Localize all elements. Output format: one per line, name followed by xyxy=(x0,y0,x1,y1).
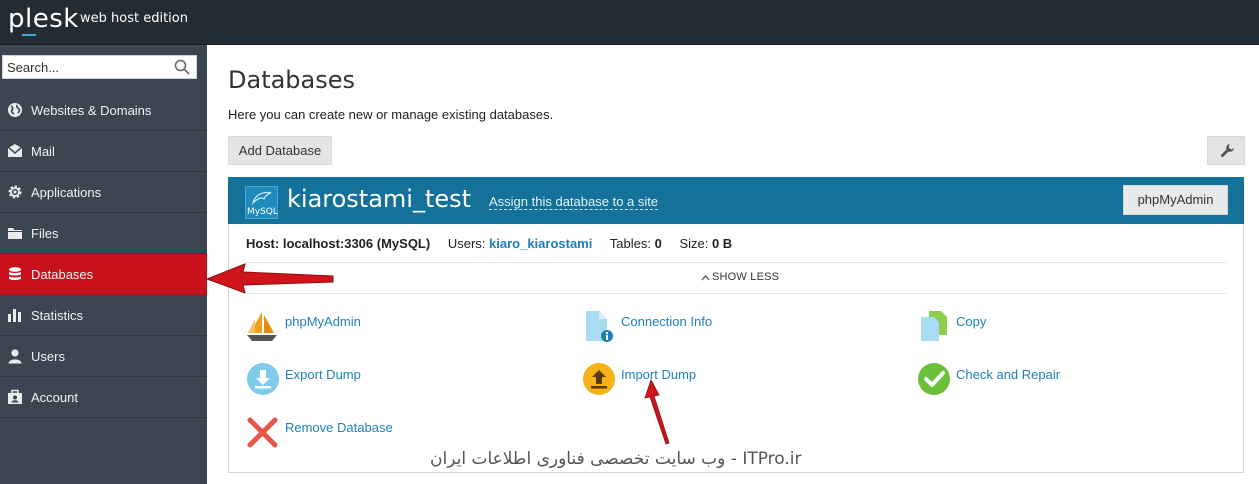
database-name: kiarostami_test xyxy=(287,185,472,213)
sidebar-item-mail[interactable]: Mail xyxy=(0,131,207,172)
mysql-logo: MySQL xyxy=(245,186,278,219)
watermark-text: ITPro.ir - وب سایت تخصصی فناوری اطلاعات … xyxy=(430,449,802,469)
divider xyxy=(246,262,1226,263)
sidebar-item-label: Websites & Domains xyxy=(31,103,152,118)
file-info-icon xyxy=(586,311,613,342)
sidebar-item-label: Applications xyxy=(31,185,102,200)
upload-icon xyxy=(583,363,615,395)
download-icon xyxy=(247,363,279,395)
tables-info: Tables: 0 xyxy=(609,236,662,251)
sidebar-nav: Websites & Domains Mail Applications Fil… xyxy=(0,90,207,418)
edition-label: web host edition xyxy=(80,11,188,26)
mysql-logo-text: MySQL xyxy=(247,207,278,217)
tool-label: Copy xyxy=(956,314,987,329)
settings-button[interactable] xyxy=(1207,136,1245,165)
top-bar: plesk web host edition xyxy=(0,0,1259,45)
user-link[interactable]: kiaro_kiarostami xyxy=(489,236,592,251)
sailboat-icon xyxy=(247,312,277,341)
tool-label: Import Dump xyxy=(621,367,697,382)
bar-chart-icon xyxy=(8,309,21,322)
account-icon xyxy=(8,389,22,404)
chevron-up-icon xyxy=(701,274,710,281)
remove-x-icon xyxy=(247,417,278,448)
sidebar-item-label: Account xyxy=(31,390,78,405)
sidebar: Search... Websites & Domains Mail Applic… xyxy=(0,45,207,484)
add-database-button[interactable]: Add Database xyxy=(228,136,332,165)
logo-accent xyxy=(22,34,36,36)
tool-label: Export Dump xyxy=(285,367,361,382)
sidebar-item-applications[interactable]: Applications xyxy=(0,172,207,213)
checkmark-icon xyxy=(918,363,950,395)
phpmyadmin-button[interactable]: phpMyAdmin xyxy=(1123,185,1228,215)
sidebar-item-label: Users xyxy=(31,349,65,364)
size-info: Size: 0 B xyxy=(679,236,733,251)
tool-label: Remove Database xyxy=(285,420,393,435)
main-content: Databases Here you can create new or man… xyxy=(207,45,1259,484)
copy-icon xyxy=(921,311,947,341)
divider xyxy=(246,293,1226,294)
gear-icon xyxy=(8,185,22,199)
tool-label: Connection Info xyxy=(621,314,713,329)
sidebar-item-files[interactable]: Files xyxy=(0,213,207,254)
sidebar-item-users[interactable]: Users xyxy=(0,336,207,377)
page-description: Here you can create new or manage existi… xyxy=(228,107,554,122)
page-title: Databases xyxy=(228,66,356,94)
wrench-icon xyxy=(1220,144,1234,158)
database-panel: MySQL kiarostami_test Assign this databa… xyxy=(228,177,1244,473)
show-less-toggle[interactable]: SHOW LESS xyxy=(701,271,779,283)
sidebar-item-statistics[interactable]: Statistics xyxy=(0,295,207,336)
assign-site-link[interactable]: Assign this database to a site xyxy=(489,194,659,210)
globe-icon xyxy=(8,103,22,117)
search-icon[interactable] xyxy=(174,59,190,75)
search-input[interactable]: Search... xyxy=(2,55,197,79)
dolphin-icon xyxy=(251,191,272,205)
sidebar-item-databases[interactable]: Databases xyxy=(0,254,207,295)
sidebar-item-label: Mail xyxy=(31,144,55,159)
database-info-row: Host: localhost:3306 (MySQL) Users: kiar… xyxy=(246,236,746,251)
folder-icon xyxy=(8,228,22,239)
sidebar-item-websites-domains[interactable]: Websites & Domains xyxy=(0,90,207,131)
database-icon xyxy=(9,267,21,280)
tool-label: Check and Repair xyxy=(956,367,1061,382)
sidebar-item-label: Databases xyxy=(31,267,94,282)
search-placeholder: Search... xyxy=(7,60,60,75)
sidebar-item-label: Statistics xyxy=(31,308,84,323)
sidebar-item-label: Files xyxy=(31,226,59,241)
sidebar-item-account[interactable]: Account xyxy=(0,377,207,418)
user-icon xyxy=(8,349,22,364)
users-info: Users: kiaro_kiarostami xyxy=(447,236,593,251)
plesk-logo[interactable]: plesk xyxy=(8,4,79,34)
tool-label: phpMyAdmin xyxy=(285,314,361,329)
mail-icon xyxy=(7,144,23,157)
host-info: Host: localhost:3306 (MySQL) xyxy=(246,236,431,251)
database-header: MySQL kiarostami_test Assign this databa… xyxy=(228,177,1244,224)
